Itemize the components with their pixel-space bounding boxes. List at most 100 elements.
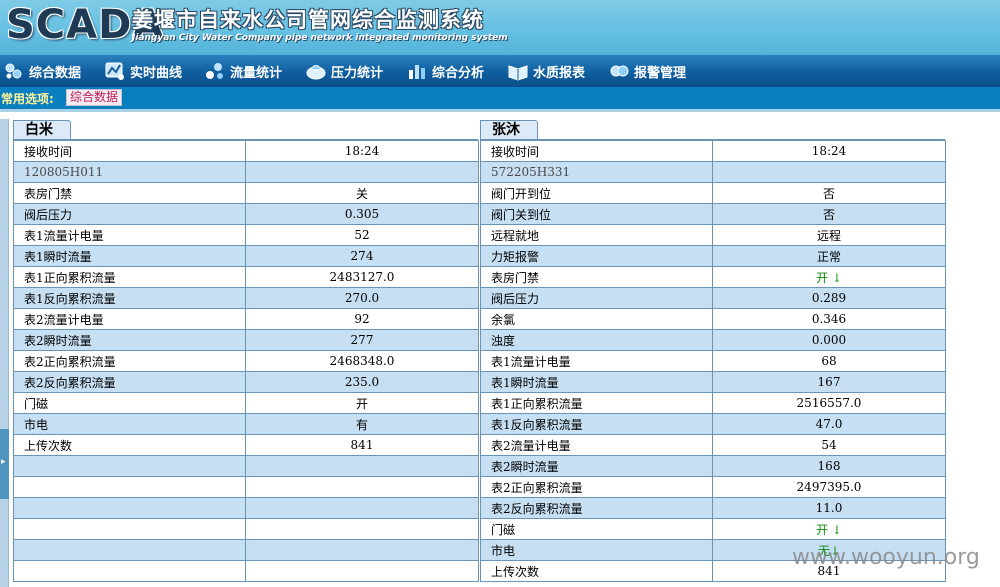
field-value: 0.289 <box>712 287 946 309</box>
field-value <box>245 161 479 183</box>
field-value: 47.0 <box>712 413 946 435</box>
field-value: 远程 <box>712 224 946 246</box>
field-label <box>13 518 246 540</box>
table-row: 表1流量计电量 52 <box>13 224 479 246</box>
field-value: 270.0 <box>245 287 479 309</box>
main-nav: 综合数据 实时曲线 流量统计 压力统计 综合分析 水质报表 报警管理 <box>0 55 1000 87</box>
table-row: 门磁开 <box>13 392 479 414</box>
field-value <box>712 161 946 183</box>
chevron-right-icon: ▸ <box>1 457 6 467</box>
nav-item-water-quality-report[interactable]: 水质报表 <box>507 55 585 87</box>
table-row: 表2正向累积流量 2497395.0 <box>480 476 946 498</box>
station-name: 张沐 <box>492 122 520 138</box>
field-label: 表2正向累积流量 <box>13 350 246 372</box>
field-value: 235.0 <box>245 371 479 393</box>
nav-item-flow-stats[interactable]: 流量统计 <box>204 55 282 87</box>
station-code: 572205H331 <box>480 161 713 183</box>
flow-icon <box>206 63 223 79</box>
table-row: 表1正向累积流量 2516557.0 <box>480 392 946 414</box>
field-value: 0.346 <box>712 308 946 330</box>
station-data-table: 接收时间 18:24 120805H011 表房门禁关阀后压力 0.305 表1流量计电量… <box>13 140 479 582</box>
field-label: 力矩报警 <box>480 245 713 267</box>
field-value: 0.305 <box>245 203 479 225</box>
table-row: 表1流量计电量 68 <box>480 350 946 372</box>
nav-label: 实时曲线 <box>130 65 183 81</box>
table-row: 表2流量计电量 92 <box>13 308 479 330</box>
field-label: 表2流量计电量 <box>13 308 246 330</box>
table-row: 阀后压力 0.305 <box>13 203 479 225</box>
nav-item-realtime-curve[interactable]: 实时曲线 <box>104 55 182 87</box>
table-row: 阀后压力 0.289 <box>480 287 946 309</box>
field-value: 92 <box>245 308 479 330</box>
side-rail: ▸ <box>0 119 9 587</box>
bar-chart-icon <box>409 65 425 79</box>
table-row: 门磁开 ↓ <box>480 518 946 540</box>
nav-item-alarm-management[interactable]: 报警管理 <box>608 55 686 87</box>
field-value: 2516557.0 <box>712 392 946 414</box>
nav-item-pressure-stats[interactable]: 压力统计 <box>305 55 383 87</box>
table-row: 表1反向累积流量 47.0 <box>480 413 946 435</box>
watermark-text: www.wooyun.org <box>792 545 980 570</box>
field-label: 表1瞬时流量 <box>480 371 713 393</box>
table-row: 表2流量计电量 54 <box>480 434 946 456</box>
table-row: 接收时间 18:24 <box>480 140 946 162</box>
field-value: 否 <box>712 182 946 204</box>
table-row: 表房门禁关 <box>13 182 479 204</box>
field-label: 表1反向累积流量 <box>480 413 713 435</box>
field-label: 表1正向累积流量 <box>13 266 246 288</box>
field-label: 表1流量计电量 <box>480 350 713 372</box>
table-row <box>13 539 479 561</box>
field-label: 门磁 <box>13 392 246 414</box>
table-row: 表2瞬时流量 277 <box>13 329 479 351</box>
field-value: 18:24 <box>245 140 479 162</box>
table-row <box>13 497 479 519</box>
nav-item-analysis[interactable]: 综合分析 <box>406 55 484 87</box>
field-value <box>245 539 479 561</box>
field-value: 168 <box>712 455 946 477</box>
field-value <box>245 455 479 477</box>
field-label: 表房门禁 <box>13 182 246 204</box>
system-subtitle: Jiangyan City Water Company pipe network… <box>132 33 508 43</box>
station-panel-zhangmu: 张沐 接收时间 18:24 572205H331 阀门开到位否阀门关到位否远程就地 远程… <box>480 120 946 582</box>
field-label: 阀后压力 <box>13 203 246 225</box>
field-label: 表2正向累积流量 <box>480 476 713 498</box>
common-options-bar: 常用选项: 综合数据 <box>0 87 1000 109</box>
field-label: 接收时间 <box>480 140 713 162</box>
table-row <box>13 455 479 477</box>
field-value: 841 <box>245 434 479 456</box>
table-row: 表2反向累积流量 11.0 <box>480 497 946 519</box>
overview-shortcut-button[interactable]: 综合数据 <box>66 89 123 106</box>
field-label: 接收时间 <box>13 140 246 162</box>
field-value: 正常 <box>712 245 946 267</box>
field-label: 远程就地 <box>480 224 713 246</box>
table-row: 表1正向累积流量 2483127.0 <box>13 266 479 288</box>
field-value: 54 <box>712 434 946 456</box>
sidebar-toggle-handle[interactable]: ▸ <box>0 429 9 499</box>
field-value: 开 ↓ <box>712 266 946 288</box>
table-row: 阀门关到位否 <box>480 203 946 225</box>
field-label: 表2瞬时流量 <box>13 329 246 351</box>
field-label: 表2流量计电量 <box>480 434 713 456</box>
table-row: 表2瞬时流量 168 <box>480 455 946 477</box>
table-row: 表2正向累积流量 2468348.0 <box>13 350 479 372</box>
table-row: 表1反向累积流量 270.0 <box>13 287 479 309</box>
alarm-icon <box>610 65 629 77</box>
field-value: 18:24 <box>712 140 946 162</box>
field-value <box>245 476 479 498</box>
field-label: 表2瞬时流量 <box>480 455 713 477</box>
dashboard-icon <box>5 63 22 79</box>
field-value: 277 <box>245 329 479 351</box>
field-label: 表2反向累积流量 <box>480 497 713 519</box>
field-label: 上传次数 <box>13 434 246 456</box>
table-row: 远程就地 远程 <box>480 224 946 246</box>
table-row <box>13 560 479 582</box>
field-value <box>245 497 479 519</box>
station-tab[interactable]: 张沐 <box>480 120 945 140</box>
nav-item-overview[interactable]: 综合数据 <box>3 55 81 87</box>
field-value <box>245 560 479 582</box>
field-label: 阀后压力 <box>480 287 713 309</box>
station-tab[interactable]: 白米 <box>13 120 478 140</box>
field-label: 门磁 <box>480 518 713 540</box>
station-name: 白米 <box>25 122 53 138</box>
table-row: 阀门开到位否 <box>480 182 946 204</box>
